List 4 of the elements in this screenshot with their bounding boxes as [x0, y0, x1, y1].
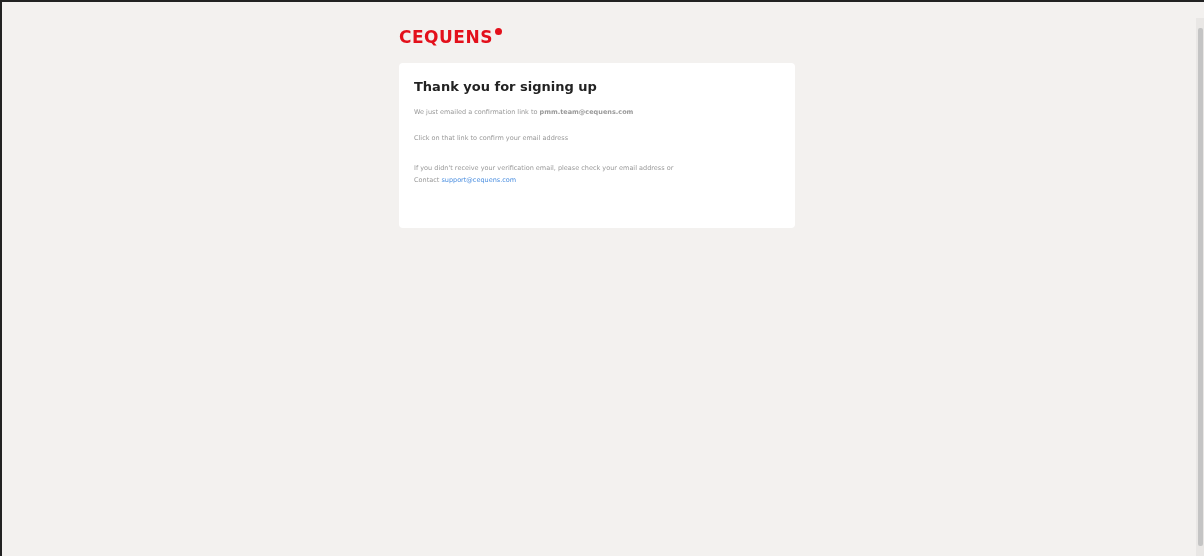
scrollbar[interactable] — [1196, 18, 1204, 556]
scrollbar-thumb[interactable] — [1197, 28, 1203, 546]
company-logo: CEQUENS — [399, 26, 503, 48]
card-title: Thank you for signing up — [414, 79, 598, 94]
